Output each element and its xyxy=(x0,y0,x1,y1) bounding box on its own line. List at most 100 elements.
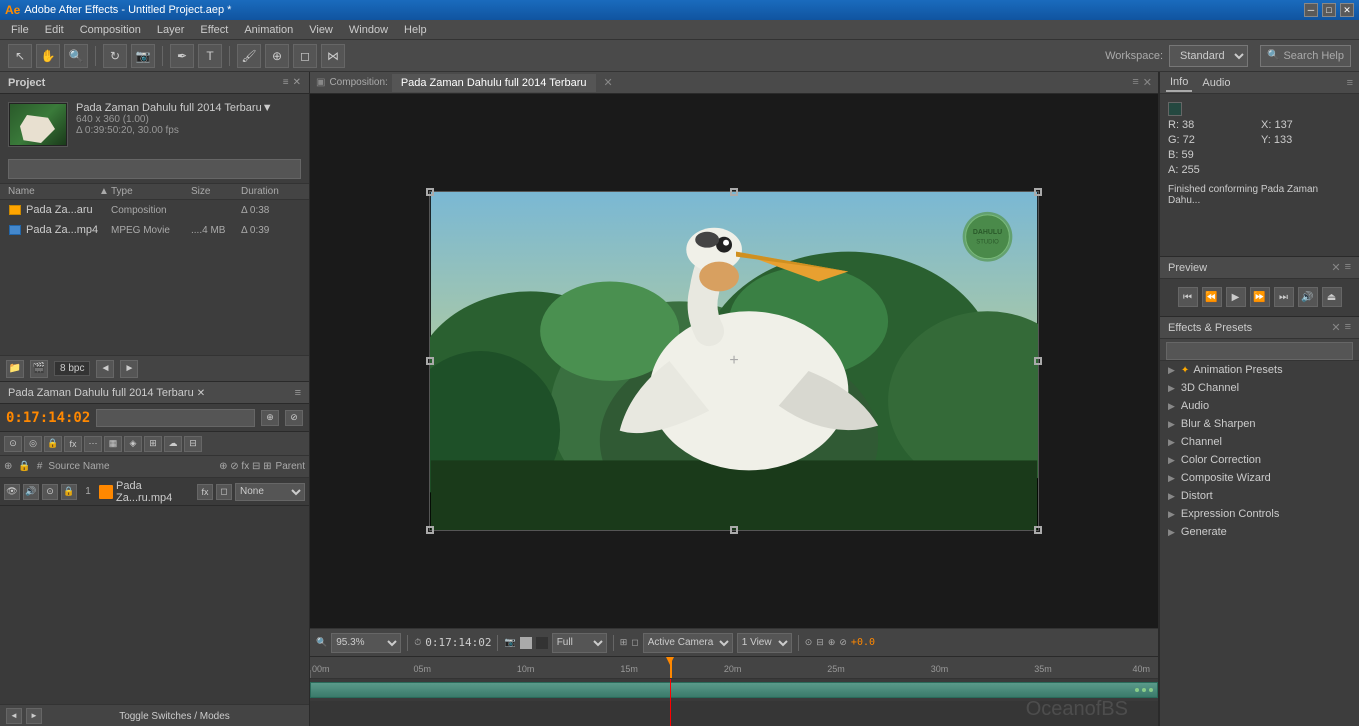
project-item-comp[interactable]: Pada Za...aru Composition Δ 0:38 xyxy=(0,200,309,220)
menu-view[interactable]: View xyxy=(302,22,340,38)
toggle-switches-modes[interactable]: Toggle Switches / Modes xyxy=(46,710,303,722)
comp-zoom-select[interactable]: 95.3% xyxy=(331,633,401,653)
timeline-search-input[interactable] xyxy=(96,409,255,427)
tl-ctrl-f[interactable]: ▦ xyxy=(104,436,122,452)
comp-tab-main[interactable]: Pada Zaman Dahulu full 2014 Terbaru xyxy=(392,74,596,92)
timeline-panel-menu[interactable]: ≡ xyxy=(295,387,301,399)
timeline-ctrl-1[interactable]: ⊕ xyxy=(261,410,279,426)
tl-ctrl-j[interactable]: ⊟ xyxy=(184,436,202,452)
tool-clone[interactable]: ⊕ xyxy=(265,44,289,68)
effects-menu-btn[interactable]: ≡ xyxy=(1345,321,1351,334)
effect-item-anim-presets[interactable]: ▶ ✦ Animation Presets xyxy=(1160,361,1359,379)
tool-pen[interactable]: ✒ xyxy=(170,44,194,68)
tool-camera[interactable]: 📷 xyxy=(131,44,155,68)
tool-rotate[interactable]: ↻ xyxy=(103,44,127,68)
timeline-layer-row[interactable]: 👁 🔊 ⊙ 🔒 1 Pada Za...ru.mp4 fx ◻ None xyxy=(0,478,309,506)
layer-fx-btn[interactable]: fx xyxy=(197,484,213,500)
preview-ram-btn[interactable]: ⏏ xyxy=(1322,287,1342,307)
menu-file[interactable]: File xyxy=(4,22,36,38)
comp-handle-bottom[interactable] xyxy=(730,526,738,534)
menu-composition[interactable]: Composition xyxy=(73,22,148,38)
layer-audio[interactable]: 🔊 xyxy=(23,484,39,500)
comp-tab-close[interactable]: ✕ xyxy=(604,76,613,89)
effect-item-blur[interactable]: ▶ Blur & Sharpen xyxy=(1160,415,1359,433)
timeline-ctrl-2[interactable]: ⊘ xyxy=(285,410,303,426)
tool-puppet[interactable]: ⋈ xyxy=(321,44,345,68)
menu-edit[interactable]: Edit xyxy=(38,22,71,38)
tl-ctrl-i[interactable]: ☁ xyxy=(164,436,182,452)
effect-item-expression[interactable]: ▶ Expression Controls xyxy=(1160,505,1359,523)
tl-ctrl-d[interactable]: fx xyxy=(64,436,82,452)
effects-search-input[interactable] xyxy=(1166,342,1353,360)
comp-handle-top[interactable] xyxy=(730,188,738,196)
tool-eraser[interactable]: ◻ xyxy=(293,44,317,68)
comp-panel-menu-icon[interactable]: ≡ xyxy=(1132,76,1138,89)
maximize-button[interactable]: □ xyxy=(1322,3,1336,17)
tl-ctrl-h[interactable]: ⊞ xyxy=(144,436,162,452)
layer-parent-select[interactable]: None xyxy=(235,483,305,501)
preview-last-btn[interactable]: ⏭ xyxy=(1274,287,1294,307)
project-search-input[interactable] xyxy=(8,159,301,179)
comp-handle-tr[interactable] xyxy=(1034,188,1042,196)
tl-ctrl-c[interactable]: 🔒 xyxy=(44,436,62,452)
tl-ctrl-e[interactable]: ⋯ xyxy=(84,436,102,452)
comp-handle-left[interactable] xyxy=(426,357,434,365)
info-menu-icon[interactable]: ≡ xyxy=(1347,77,1353,89)
tl-ctrl-g[interactable]: ◈ xyxy=(124,436,142,452)
comp-panel-close-icon[interactable]: ✕ xyxy=(1143,76,1152,89)
tl-ctrl-b[interactable]: ◎ xyxy=(24,436,42,452)
new-folder-button[interactable]: 📁 xyxy=(6,360,24,378)
effect-item-distort[interactable]: ▶ Distort xyxy=(1160,487,1359,505)
preview-menu-btn[interactable]: ≡ xyxy=(1345,261,1351,274)
preview-play-btn[interactable]: ▶ xyxy=(1226,287,1246,307)
project-nav-button[interactable]: ► xyxy=(120,360,138,378)
comp-layout-select[interactable]: 1 View xyxy=(737,633,792,653)
project-panel-menu[interactable]: ≡ xyxy=(283,77,289,88)
layer-lock[interactable]: 🔒 xyxy=(61,484,77,500)
preview-first-btn[interactable]: ⏮ xyxy=(1178,287,1198,307)
layer-solo[interactable]: ⊙ xyxy=(42,484,58,500)
comp-handle-tl[interactable] xyxy=(426,188,434,196)
effect-item-channel[interactable]: ▶ Channel xyxy=(1160,433,1359,451)
new-comp-button[interactable]: 🎬 xyxy=(30,360,48,378)
effect-item-audio[interactable]: ▶ Audio xyxy=(1160,397,1359,415)
tl-next-frame[interactable]: ► xyxy=(26,708,42,724)
tool-brush[interactable]: 🖌 xyxy=(237,44,261,68)
comp-viewer[interactable]: DAHULU STUDIO Dahulu + xyxy=(310,94,1158,628)
menu-window[interactable]: Window xyxy=(342,22,395,38)
workspace-select[interactable]: Standard xyxy=(1169,45,1248,67)
tool-select[interactable]: ↖ xyxy=(8,44,32,68)
info-panel-menu[interactable]: ≡ xyxy=(1347,77,1353,89)
effect-item-composite[interactable]: ▶ Composite Wizard xyxy=(1160,469,1359,487)
comp-handle-bl[interactable] xyxy=(426,526,434,534)
window-controls[interactable]: ─ □ ✕ xyxy=(1304,3,1354,17)
tool-text[interactable]: T xyxy=(198,44,222,68)
comp-handle-right[interactable] xyxy=(1034,357,1042,365)
menu-layer[interactable]: Layer xyxy=(150,22,192,38)
menu-animation[interactable]: Animation xyxy=(237,22,300,38)
preview-audio-btn[interactable]: 🔊 xyxy=(1298,287,1318,307)
close-button[interactable]: ✕ xyxy=(1340,3,1354,17)
comp-handle-br[interactable] xyxy=(1034,526,1042,534)
minimize-button[interactable]: ─ xyxy=(1304,3,1318,17)
tl-ctrl-a[interactable]: ⊙ xyxy=(4,436,22,452)
project-settings-button[interactable]: ◄ xyxy=(96,360,114,378)
menu-help[interactable]: Help xyxy=(397,22,434,38)
layer-visibility[interactable]: 👁 xyxy=(4,484,20,500)
project-item-movie[interactable]: Pada Za...mp4 MPEG Movie ....4 MB Δ 0:39 xyxy=(0,220,309,240)
preview-prev-btn[interactable]: ⏪ xyxy=(1202,287,1222,307)
comp-quality-select[interactable]: Full xyxy=(552,633,607,653)
project-panel-close[interactable]: ✕ xyxy=(293,77,301,88)
search-help-box[interactable]: 🔍 Search Help xyxy=(1260,45,1351,67)
tab-info[interactable]: Info xyxy=(1166,74,1192,92)
tab-audio[interactable]: Audio xyxy=(1198,75,1234,91)
tool-zoom[interactable]: 🔍 xyxy=(64,44,88,68)
effect-item-color[interactable]: ▶ Color Correction xyxy=(1160,451,1359,469)
preview-close-btn[interactable]: ✕ xyxy=(1331,261,1340,274)
layer-quality[interactable]: ◻ xyxy=(216,484,232,500)
tool-hand[interactable]: ✋ xyxy=(36,44,60,68)
comp-view-select[interactable]: Active Camera xyxy=(643,633,733,653)
tl-prev-frame[interactable]: ◄ xyxy=(6,708,22,724)
effect-item-generate[interactable]: ▶ Generate xyxy=(1160,523,1359,541)
menu-effect[interactable]: Effect xyxy=(193,22,235,38)
